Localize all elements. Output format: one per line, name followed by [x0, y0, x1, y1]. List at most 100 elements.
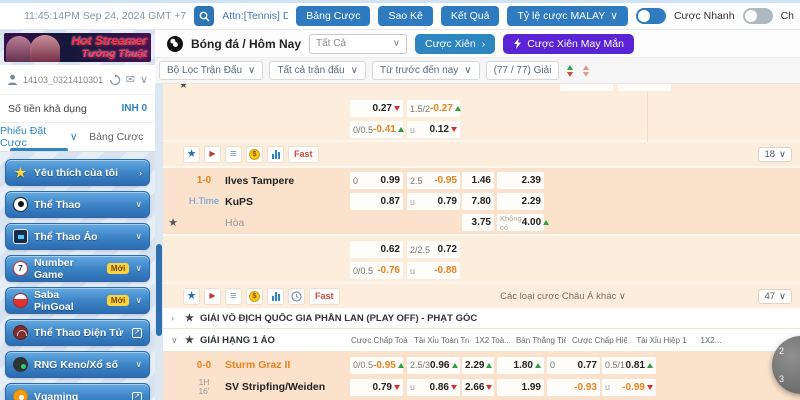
secondary-toggle[interactable] — [743, 8, 773, 24]
scrollbar-thumb[interactable] — [156, 244, 162, 336]
play-icon: ▶ — [209, 292, 215, 300]
stats-list-button[interactable]: ≡ — [225, 288, 242, 305]
fast-market-button[interactable]: Fast — [288, 146, 319, 163]
live-stream-button[interactable]: ▶ — [204, 146, 221, 163]
odds-handicap-h1[interactable]: 0 0.77 — [547, 357, 600, 374]
fast-market-button[interactable]: Fast — [309, 288, 340, 305]
odds-1x2[interactable]: 2.66 — [462, 379, 494, 396]
sort-asc-icon[interactable] — [565, 65, 575, 77]
odds-over-under[interactable]: u 0.86 — [407, 379, 460, 396]
odds-handicap[interactable]: 0 0.99 — [350, 172, 403, 189]
odds-over-under-h1[interactable]: u -0.99 — [602, 379, 656, 396]
favorite-button[interactable]: ★ — [183, 146, 200, 163]
results-button[interactable]: Kết Quả — [441, 6, 500, 26]
odds-over-under[interactable]: u 0.12 — [407, 121, 460, 138]
cashout-button[interactable]: $ — [246, 288, 263, 305]
league-header-collapsed[interactable]: › ★ GIẢI VÔ ĐỊCH QUỐC GIA PHẦN LAN (PLAY… — [163, 308, 800, 329]
odds-handicap[interactable]: 0.27 — [350, 100, 403, 117]
odds-handicap[interactable]: 0/0.5 -0.76 — [350, 262, 403, 279]
bet-slip-button[interactable]: Bảng Cược — [296, 6, 370, 26]
cashout-button[interactable]: $ — [246, 146, 263, 163]
odds-over-under[interactable]: 2/2.5 0.72 — [407, 241, 460, 258]
odds-handicap-h1[interactable]: -0.93 — [547, 379, 600, 396]
odds-type-dropdown[interactable]: Tỷ lệ cược MALAY ∨ — [507, 6, 628, 26]
tab-bet-board[interactable]: Bảng Cược — [78, 123, 156, 151]
match-time: 1H 16' — [183, 378, 225, 396]
league-name: GIẢI VÔ ĐỊCH QUỐC GIA PHẦN LAN (PLAY OFF… — [200, 313, 477, 324]
odds-over-under[interactable]: u -0.88 — [407, 262, 460, 279]
chevron-down-icon: ∨ — [171, 335, 179, 346]
odds-1x2[interactable]: 7.80 — [462, 193, 494, 210]
odds-next-goal[interactable]: 2.29 — [497, 193, 544, 210]
list-icon: ≡ — [230, 291, 236, 302]
match-filter-dropdown[interactable]: Bộ Lọc Trận Đấu ∨ — [159, 61, 263, 80]
away-team: KuPS — [225, 196, 350, 208]
statement-button[interactable]: Sao Kê — [378, 6, 432, 26]
odds-over-under[interactable]: 2.5 -0.95 — [407, 172, 460, 189]
refresh-icon[interactable] — [109, 74, 121, 86]
odds-handicap[interactable]: 0.87 — [350, 193, 403, 210]
odds-next-goal[interactable]: 2.39 — [497, 172, 544, 189]
top-bar: 11:45:14PM Sep 24, 2024 GMT +7 Attn:[Ten… — [0, 0, 800, 30]
odds-handicap[interactable]: 0.62 — [350, 241, 403, 258]
odds-handicap[interactable]: 0.79 — [350, 379, 403, 396]
pin-star-icon[interactable]: ★ — [163, 216, 183, 229]
quick-bet-toggle[interactable] — [636, 8, 666, 24]
column-header: Cược Chấp Hiệ... — [572, 336, 627, 345]
more-asian-bets-link[interactable]: Các loại cược Châu Á khác ∨ — [453, 291, 673, 302]
chevron-down-icon: ∨ — [779, 291, 786, 302]
odds-1x2[interactable]: 1.46 — [462, 172, 494, 189]
clock-icon — [291, 291, 302, 302]
down-arrow-icon — [451, 127, 457, 132]
league-header-expanded[interactable]: ∨ ★ GIẢI HẠNG 1 ẢO Cược Chấp Toà... Tài … — [163, 329, 800, 352]
favorite-button[interactable]: ★ — [183, 288, 200, 305]
market-filter-select[interactable]: Tất Cả ∨ — [309, 34, 407, 54]
star-icon: ★ — [185, 335, 194, 346]
odds-next-goal[interactable]: 1.80 — [497, 357, 544, 374]
sidebar-item-sports[interactable]: Thể Thao ∨ — [5, 191, 150, 218]
match-block: 0-0 Sturm Graz II 0/0.5 -0.95 2.5/3 0.96… — [163, 352, 800, 400]
markets-count-dropdown[interactable]: 18 ∨ — [758, 147, 792, 162]
down-arrow-icon — [451, 385, 457, 390]
parlay-button[interactable]: Cược Xiên › — [415, 34, 495, 54]
banner-subtitle: Tưởng Thuật — [72, 48, 147, 61]
chart-button[interactable] — [267, 146, 284, 163]
odds-1x2-draw[interactable]: 3.75 — [462, 214, 494, 231]
odds-next-goal[interactable]: 1.99 — [497, 379, 544, 396]
odds-no-goal[interactable]: Không có 4.00 — [497, 214, 544, 231]
chart-button[interactable] — [267, 288, 284, 305]
sidebar-item-saba-pingoal[interactable]: Saba PinGoal Mới ∨ — [5, 287, 150, 314]
clock-button[interactable] — [288, 288, 305, 305]
sidebar-item-rng-keno[interactable]: RNG Keno/Xổ số ∨ — [5, 351, 150, 378]
search-button[interactable] — [194, 6, 214, 26]
sort-desc-icon[interactable] — [581, 65, 591, 77]
tab-bet-slip[interactable]: Phiếu Đặt Cược ∨ — [0, 123, 78, 151]
live-stream-button[interactable]: ▶ — [204, 288, 221, 305]
odds-1x2[interactable]: 2.29 — [462, 357, 494, 374]
odds-handicap[interactable]: 0/0.5 -0.95 — [350, 357, 403, 374]
sidebar-item-number-game[interactable]: 7 Number Game Mới ∨ — [5, 255, 150, 282]
sidebar-scrollbar[interactable] — [155, 84, 163, 400]
odds-over-under-h1[interactable]: 0.5/1 0.81 — [602, 357, 656, 374]
number-ball-icon: 7 — [13, 261, 28, 276]
time-range-dropdown[interactable]: Từ trước đến nay ∨ — [372, 61, 480, 80]
odds-over-under[interactable]: 2.5/3 0.96 — [407, 357, 460, 374]
pin-star-icon[interactable]: ★ — [179, 84, 188, 91]
mail-icon[interactable]: ✉ — [126, 73, 135, 86]
chevron-down-icon[interactable]: ∨ — [140, 73, 148, 86]
sidebar-item-favorites[interactable]: ★ Yêu thích của tôi › — [5, 159, 150, 186]
markets-count-dropdown[interactable]: 47 ∨ — [758, 289, 792, 304]
odds-handicap[interactable]: 0/0.5 -0.41 — [350, 121, 403, 138]
odds-over-under[interactable]: u 0.79 — [407, 193, 460, 210]
sidebar-item-vgaming[interactable]: Vqaming ↗ — [5, 383, 150, 400]
odds-over-under[interactable]: 1.5/2 -0.27 — [407, 100, 460, 117]
promo-banner[interactable]: Hot Streamer Tưởng Thuật — [4, 33, 151, 62]
lucky-parlay-button[interactable]: Cược Xiên May Mắn — [503, 34, 634, 54]
sidebar-item-esports[interactable]: Thể Thao Điện Tử ↗ — [5, 319, 150, 346]
match-block: 1-0 Ilves Tampere 0 0.99 2.5 -0.95 1.46 … — [163, 168, 800, 234]
all-matches-dropdown[interactable]: Tất cả trận đấu ∨ — [269, 61, 366, 80]
sidebar-item-virtual-sports[interactable]: Thể Thao Ảo ∨ — [5, 223, 150, 250]
stats-list-button[interactable]: ≡ — [225, 146, 242, 163]
league-name: GIẢI HẠNG 1 ẢO — [200, 335, 345, 346]
match-time: H.Time — [183, 196, 225, 207]
